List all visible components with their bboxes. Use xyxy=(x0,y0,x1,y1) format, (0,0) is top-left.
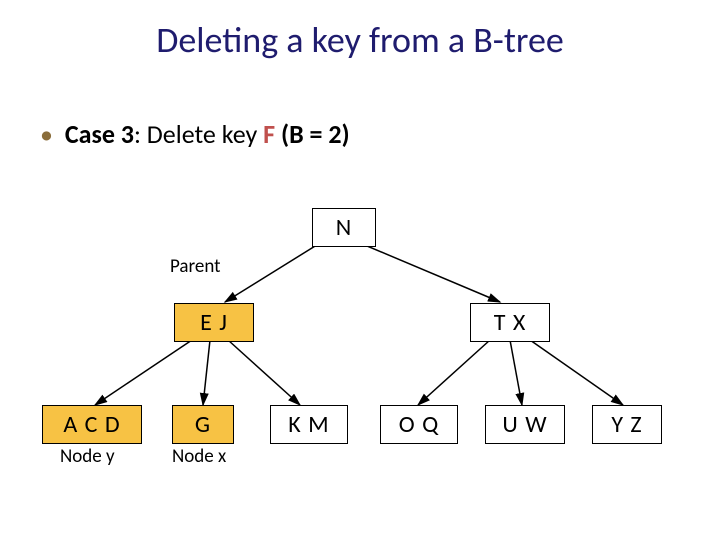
label-node-y: Node y xyxy=(60,445,115,468)
node-leaf-oq: O Q xyxy=(380,405,458,444)
node-right-child: T X xyxy=(470,303,550,342)
bullet-b: 2 xyxy=(328,118,341,150)
node-root: N xyxy=(312,208,376,247)
label-node-x: Node x xyxy=(172,445,226,468)
node-leaf-km: K M xyxy=(270,405,348,444)
bullet-dot: • xyxy=(40,118,53,150)
slide-title: Deleting a key from a B-tree xyxy=(0,18,720,62)
node-leaf-g: G xyxy=(172,405,234,444)
bullet-frag3: ) xyxy=(342,118,350,150)
bullet-frag1: : Delete key xyxy=(134,118,263,150)
node-leaf-acd: A C D xyxy=(42,405,142,444)
node-leaf-uw: U W xyxy=(485,405,565,444)
case-label: Case 3 xyxy=(65,118,134,150)
bullet-line: • Case 3: Delete key F (B = 2) xyxy=(40,118,350,150)
node-leaf-yz: Y Z xyxy=(592,405,662,444)
bullet-frag2: (B = xyxy=(275,118,328,150)
bullet-key: F xyxy=(263,118,275,150)
node-left-child: E J xyxy=(174,303,254,342)
label-parent: Parent xyxy=(170,255,221,278)
